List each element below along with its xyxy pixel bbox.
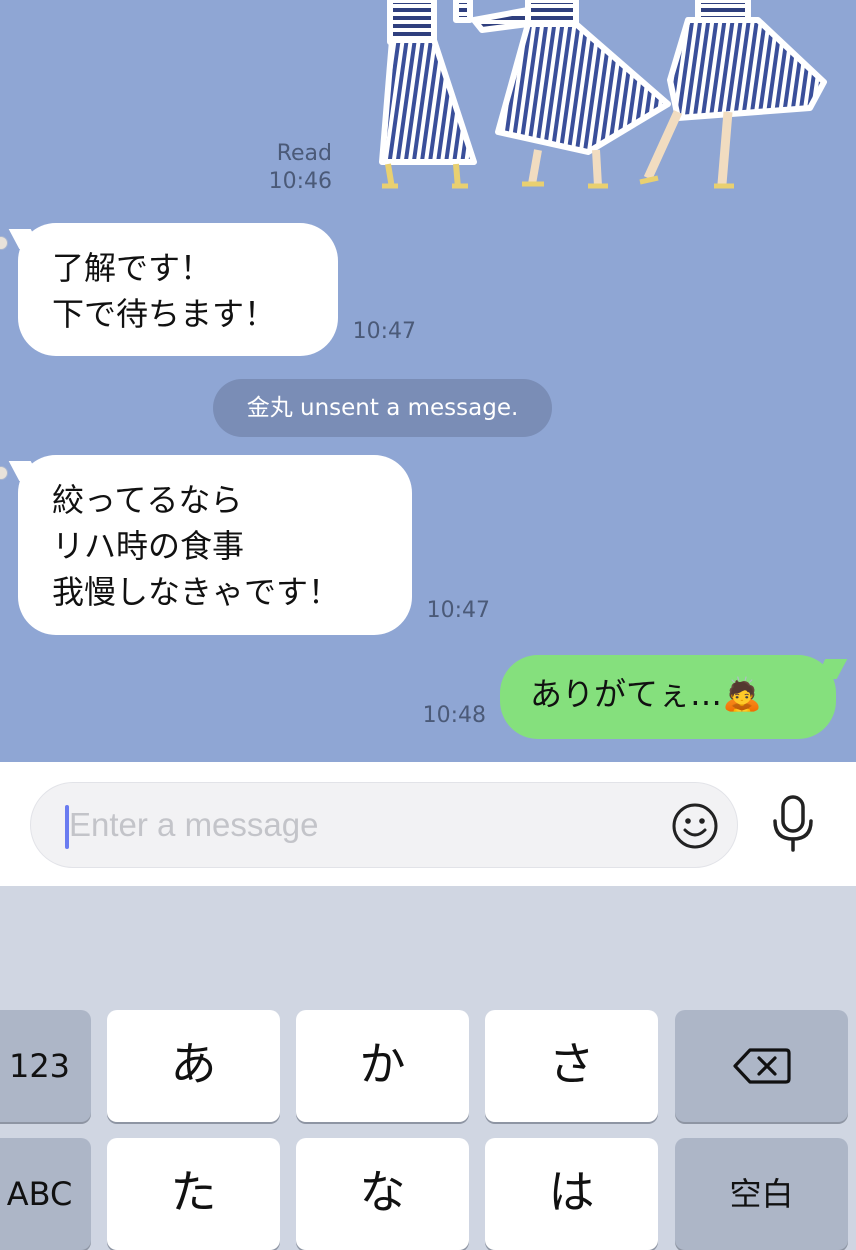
- key-abc[interactable]: ABC: [0, 1138, 91, 1250]
- message-text: 下で待ちます！: [52, 295, 277, 333]
- key-a[interactable]: あ: [107, 1010, 280, 1122]
- input-placeholder: Enter a message: [69, 806, 319, 843]
- key-na[interactable]: な: [296, 1138, 469, 1250]
- message-time: 10:47: [352, 319, 416, 344]
- read-status: Read: [276, 141, 332, 166]
- backspace-icon: [732, 1048, 791, 1084]
- bubble-tail: [8, 229, 42, 249]
- read-time: 10:46: [268, 169, 332, 194]
- unsent-notice: 金丸 unsent a message.: [213, 379, 552, 437]
- message-input[interactable]: Enter a message: [30, 782, 738, 868]
- sender-avatar[interactable]: [0, 236, 8, 250]
- my-message-bubble[interactable]: ありがてぇ…🙇: [500, 655, 848, 739]
- chat-area: Read 10:46 了解です！ 下で待ちます！ 10:47 金丸 unsent…: [0, 0, 856, 762]
- key-numbers[interactable]: 123: [0, 1010, 91, 1122]
- message-time: 10:47: [426, 598, 490, 623]
- key-sa[interactable]: さ: [485, 1010, 658, 1122]
- bubble-tail: [814, 659, 848, 679]
- sticker-image[interactable]: [378, 0, 828, 200]
- message-input-bar: Enter a message: [0, 762, 856, 886]
- message-text: ありがてぇ…🙇: [530, 675, 762, 713]
- microphone-icon[interactable]: [770, 794, 816, 854]
- message-text: 絞ってるなら: [52, 481, 243, 519]
- key-ka[interactable]: か: [296, 1010, 469, 1122]
- message-bubble[interactable]: 絞ってるなら リハ時の食事 我慢しなきゃです！: [8, 455, 412, 635]
- message-text: 了解です！: [52, 249, 213, 287]
- message-text: 我慢しなきゃです！: [52, 573, 341, 611]
- space-key[interactable]: 空白: [675, 1138, 848, 1250]
- backspace-key[interactable]: [675, 1010, 848, 1122]
- key-ha[interactable]: は: [485, 1138, 658, 1250]
- key-ta[interactable]: た: [107, 1138, 280, 1250]
- message-time: 10:48: [422, 703, 486, 728]
- bubble-tail: [8, 461, 42, 481]
- smiley-face-icon[interactable]: [671, 802, 719, 850]
- japanese-keyboard: 123 あ か さ ABC た な は 空白: [0, 886, 856, 1250]
- read-receipt: Read 10:46: [252, 140, 332, 196]
- sender-avatar[interactable]: [0, 466, 8, 480]
- message-bubble[interactable]: 了解です！ 下で待ちます！: [8, 223, 338, 356]
- message-text: リハ時の食事: [52, 527, 245, 565]
- striped-skirt-figures-sticker-icon: [379, 0, 827, 189]
